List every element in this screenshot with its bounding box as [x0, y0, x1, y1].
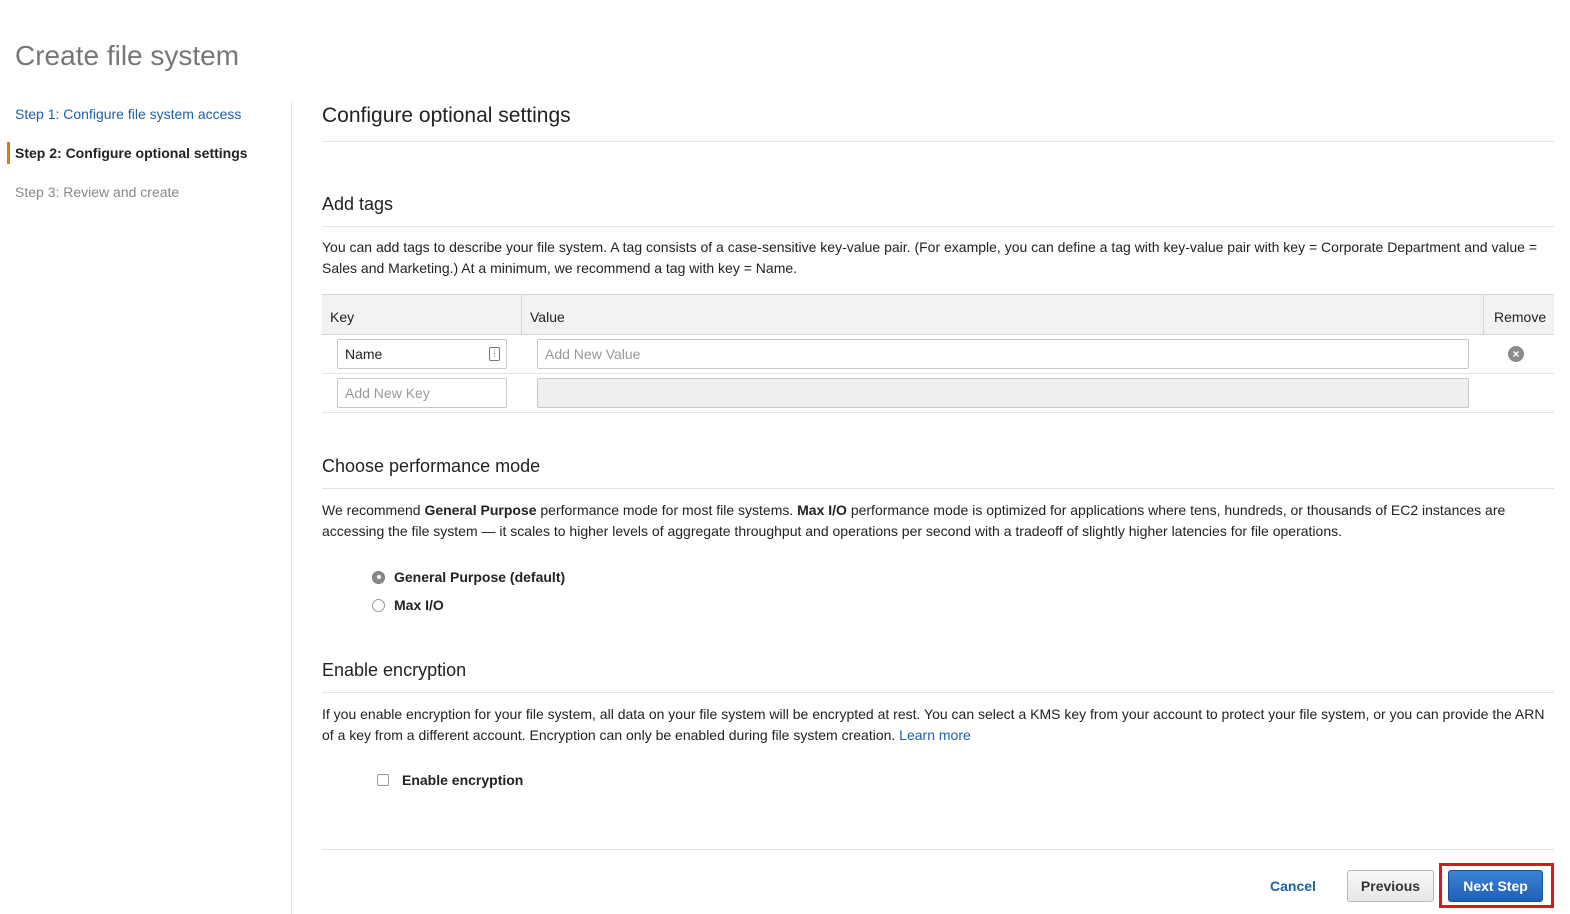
- new-tag-key-input[interactable]: Add New Key: [337, 378, 507, 408]
- remove-column-header: Remove: [1494, 309, 1547, 325]
- performance-description: We recommend General Purpose performance…: [322, 502, 1506, 539]
- radio-max-io-label: Max I/O: [394, 597, 444, 613]
- tag-value-input[interactable]: Add New Value: [537, 339, 1469, 369]
- wizard-step-2-current: Step 2: Configure optional settings: [0, 139, 290, 178]
- autofill-key-icon: ⋮: [489, 347, 500, 361]
- performance-mode-heading: Choose performance mode: [322, 456, 541, 476]
- tag-key-value: Name: [345, 346, 383, 362]
- tags-table-header: Key Value Remove: [322, 295, 1554, 335]
- new-tag-value-input-disabled: [537, 378, 1469, 408]
- radio-max-io[interactable]: Max I/O: [372, 591, 565, 619]
- active-step-marker: [7, 142, 10, 164]
- previous-button[interactable]: Previous: [1347, 870, 1434, 902]
- remove-tag-icon[interactable]: ×: [1508, 346, 1524, 362]
- encryption-divider: [322, 692, 1554, 693]
- enable-encryption-option[interactable]: Enable encryption: [377, 772, 523, 788]
- enable-encryption-checkbox[interactable]: [377, 774, 389, 786]
- page-title: Create file system: [15, 40, 240, 71]
- wizard-step-1-link[interactable]: Step 1: Configure file system access: [0, 100, 290, 139]
- radio-unselected-icon[interactable]: [372, 598, 385, 612]
- wizard-step-2-label: Step 2: Configure optional settings: [15, 145, 248, 161]
- performance-divider: [322, 488, 1554, 489]
- tag-value-placeholder: Add New Value: [545, 346, 641, 362]
- add-tags-heading: Add tags: [322, 194, 394, 214]
- nav-divider: [291, 102, 292, 914]
- encryption-description: If you enable encryption for your file s…: [322, 706, 1545, 743]
- radio-general-purpose-label: General Purpose (default): [394, 569, 566, 585]
- value-column-header: Value: [522, 295, 1484, 334]
- learn-more-link[interactable]: Learn more: [899, 727, 971, 743]
- section-divider: [322, 141, 1554, 142]
- tags-table: Key Value Remove Name ⋮ Add New Value ×: [322, 294, 1554, 413]
- radio-general-purpose[interactable]: General Purpose (default): [372, 563, 565, 591]
- table-row: Name ⋮ Add New Value ×: [322, 335, 1554, 374]
- key-column-header: Key: [322, 295, 522, 334]
- radio-selected-icon[interactable]: [372, 570, 385, 584]
- encryption-heading: Enable encryption: [322, 660, 467, 680]
- table-row: Add New Key: [322, 374, 1554, 413]
- cancel-button[interactable]: Cancel: [1264, 876, 1322, 896]
- section-title: Configure optional settings: [322, 104, 571, 127]
- tag-key-input[interactable]: Name ⋮: [337, 339, 507, 369]
- add-tags-description: You can add tags to describe your file s…: [322, 239, 1538, 276]
- performance-mode-options: General Purpose (default) Max I/O: [372, 563, 565, 619]
- wizard-step-3: Step 3: Review and create: [15, 184, 180, 200]
- footer-divider: [322, 849, 1554, 850]
- new-tag-key-placeholder: Add New Key: [345, 385, 430, 401]
- wizard-steps-nav: Step 1: Configure file system access Ste…: [0, 100, 290, 217]
- next-step-button[interactable]: Next Step: [1448, 870, 1543, 902]
- add-tags-divider: [322, 226, 1554, 227]
- enable-encryption-label: Enable encryption: [402, 772, 524, 788]
